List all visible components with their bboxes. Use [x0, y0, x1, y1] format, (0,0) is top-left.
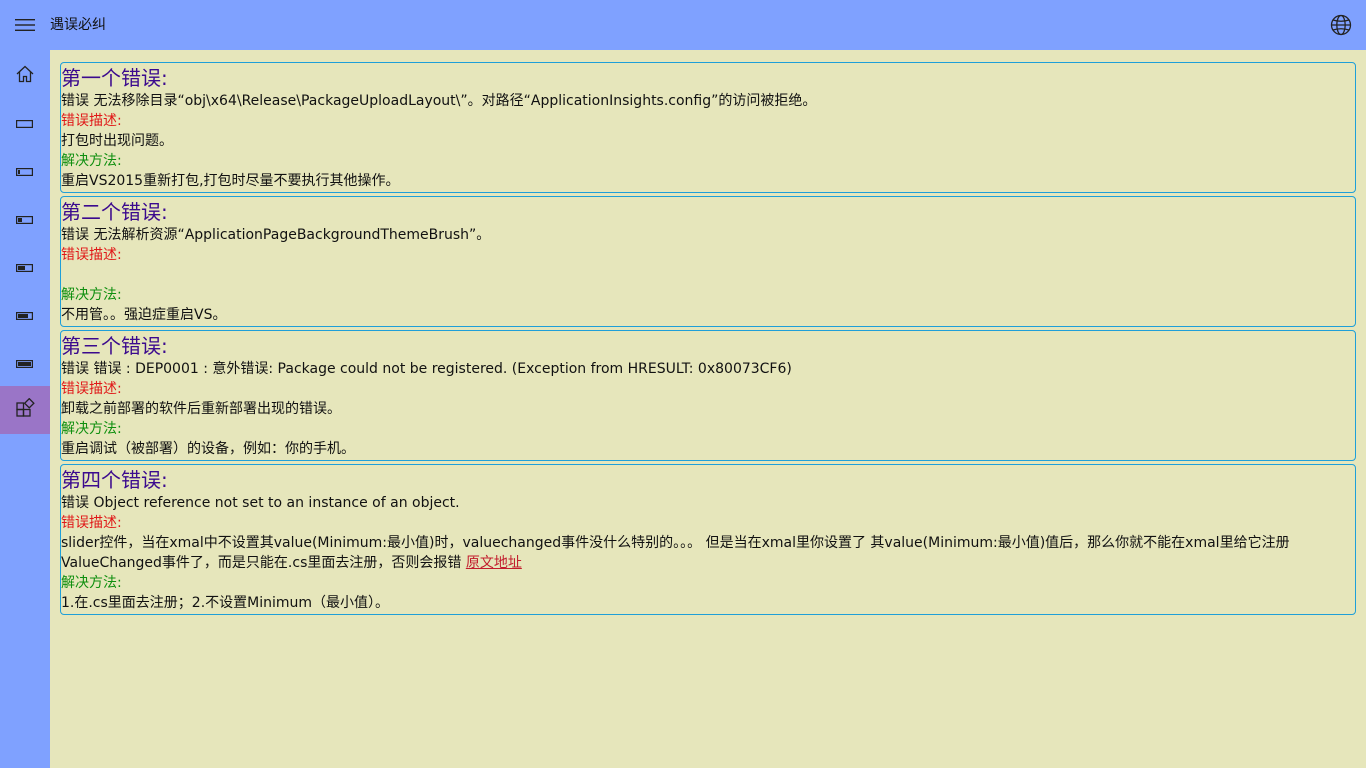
nav-item-battery-3[interactable]: [0, 244, 50, 292]
error-message: 错误 Object reference not set to an instan…: [61, 495, 460, 511]
error-card: 第一个错误: 错误 无法移除目录“obj\x64\Release\Package…: [60, 62, 1356, 193]
nav-item-battery-0[interactable]: [0, 100, 50, 148]
error-card: 第四个错误: 错误 Object reference not set to an…: [60, 464, 1356, 615]
battery-threequarter-icon: [16, 308, 34, 324]
nav-item-home[interactable]: [0, 52, 50, 100]
error-description: 卸载之前部署的软件后重新部署出现的错误。: [61, 401, 341, 417]
error-solution: 不用管。。强迫症重启VS。: [61, 307, 227, 323]
error-desc-label: 错误描述:: [61, 113, 122, 129]
error-desc-label: 错误描述:: [61, 515, 122, 531]
error-description-block: slider控件，当在xmal中不设置其value(Minimum:最小值)时，…: [61, 533, 1355, 573]
battery-low-icon: [16, 164, 34, 180]
error-description: 打包时出现问题。: [61, 133, 173, 149]
error-solution-label: 解决方法:: [61, 421, 122, 437]
error-list: 第一个错误: 错误 无法移除目录“obj\x64\Release\Package…: [60, 62, 1356, 618]
error-message: 错误 无法解析资源“ApplicationPageBackgroundTheme…: [61, 227, 491, 243]
error-title: 第三个错误:: [61, 334, 168, 358]
battery-full-icon: [16, 356, 34, 372]
error-title: 第一个错误:: [61, 66, 168, 90]
hamburger-icon[interactable]: [14, 16, 36, 34]
battery-quarter-icon: [16, 212, 34, 228]
error-message: 错误 错误 : DEP0001 : 意外错误: Package could no…: [61, 361, 792, 377]
error-solution-label: 解决方法:: [61, 153, 122, 169]
globe-icon[interactable]: [1330, 14, 1352, 36]
error-title: 第二个错误:: [61, 200, 168, 224]
error-solution: 1.在.cs里面去注册；2.不设置Minimum（最小值）。: [61, 595, 390, 611]
source-link[interactable]: 原文地址: [466, 555, 522, 571]
nav-item-battery-5[interactable]: [0, 340, 50, 388]
nav-item-battery-2[interactable]: [0, 196, 50, 244]
apps-add-icon: [15, 397, 35, 422]
error-solution-label: 解决方法:: [61, 575, 122, 591]
error-card: 第三个错误: 错误 错误 : DEP0001 : 意外错误: Package c…: [60, 330, 1356, 461]
error-message: 错误 无法移除目录“obj\x64\Release\PackageUploadL…: [61, 93, 817, 109]
sidebar-nav: [0, 50, 50, 768]
error-solution: 重启调试（被部署）的设备，例如：你的手机。: [61, 441, 355, 457]
nav-item-battery-4[interactable]: [0, 292, 50, 340]
nav-item-apps[interactable]: [0, 386, 50, 434]
error-card: 第二个错误: 错误 无法解析资源“ApplicationPageBackgrou…: [60, 196, 1356, 327]
error-solution-label: 解决方法:: [61, 287, 122, 303]
error-desc-label: 错误描述:: [61, 381, 122, 397]
title-bar: 遇误必纠: [0, 0, 1366, 50]
error-title: 第四个错误:: [61, 468, 168, 492]
battery-empty-icon: [16, 116, 34, 132]
error-solution: 重启VS2015重新打包,打包时尽量不要执行其他操作。: [61, 173, 400, 189]
home-icon: [15, 64, 35, 88]
error-description: [61, 265, 1355, 285]
error-description: slider控件，当在xmal中不设置其value(Minimum:最小值)时，…: [61, 535, 1290, 571]
battery-half-icon: [16, 260, 34, 276]
app-title: 遇误必纠: [50, 17, 106, 33]
nav-item-battery-1[interactable]: [0, 148, 50, 196]
error-desc-label: 错误描述:: [61, 247, 122, 263]
